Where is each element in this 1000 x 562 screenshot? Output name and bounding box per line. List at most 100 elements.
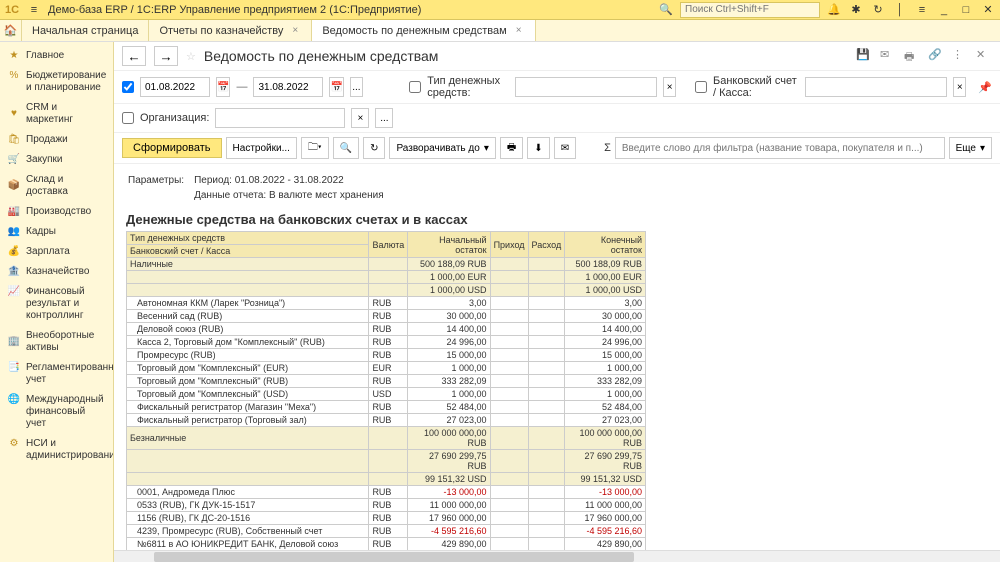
table-row[interactable]: Безналичные100 000 000,00 RUB100 000 000… bbox=[127, 427, 646, 450]
generate-button[interactable]: Сформировать bbox=[122, 138, 222, 158]
type-checkbox[interactable] bbox=[409, 81, 421, 93]
tab-close-icon[interactable]: × bbox=[513, 25, 525, 37]
date-from-picker-button[interactable]: 📅 bbox=[216, 77, 230, 97]
global-search-input[interactable] bbox=[680, 2, 820, 18]
report-table-1: Тип денежных средств Валюта Начальный ос… bbox=[126, 231, 646, 550]
table-row[interactable]: Торговый дом "Комплексный" (RUB)RUB333 2… bbox=[127, 375, 646, 388]
save-button[interactable]: ⬇ bbox=[527, 137, 549, 159]
sidebar-item-purchases[interactable]: 🛒Закупки bbox=[0, 150, 113, 170]
table-row[interactable]: Промресурс (RUB)RUB15 000,0015 000,00 bbox=[127, 349, 646, 362]
table-row[interactable]: 1156 (RUB), ГК ДС-20-1516RUB17 960 000,0… bbox=[127, 512, 646, 525]
horizontal-scrollbar[interactable] bbox=[114, 550, 1000, 562]
table-row[interactable]: Деловой союз (RUB)RUB14 400,0014 400,00 bbox=[127, 323, 646, 336]
date-to-input[interactable] bbox=[253, 77, 323, 97]
org-checkbox[interactable] bbox=[122, 112, 134, 124]
sidebar-item-budget[interactable]: %Бюджетирование и планирование bbox=[0, 66, 113, 98]
search-icon[interactable]: 🔍 bbox=[658, 2, 674, 18]
table-row[interactable]: 1 000,00 EUR1 000,00 EUR bbox=[127, 271, 646, 284]
type-input[interactable] bbox=[515, 77, 657, 97]
table-row[interactable]: Весенний сад (RUB)RUB30 000,0030 000,00 bbox=[127, 310, 646, 323]
sidebar-item-treasury[interactable]: 🏦Казначейство bbox=[0, 262, 113, 282]
money-icon: 💰 bbox=[8, 246, 20, 258]
table-row[interactable]: Автономная ККМ (Ларек "Розница")RUB3,003… bbox=[127, 297, 646, 310]
sidebar-item-assets[interactable]: 🏢Внеоборотные активы bbox=[0, 326, 113, 358]
table-row[interactable]: Касса 2, Торговый дом "Комплексный" (RUB… bbox=[127, 336, 646, 349]
favorite-icon[interactable]: ☆ bbox=[186, 50, 196, 63]
cell bbox=[127, 271, 369, 284]
sidebar-item-intl[interactable]: 🌐Международный финансовый учет bbox=[0, 390, 113, 434]
table-row[interactable]: 0001, Андромеда ПлюсRUB-13 000,00-13 000… bbox=[127, 486, 646, 499]
cell: Касса 2, Торговый дом "Комплексный" (RUB… bbox=[127, 336, 369, 349]
forward-button[interactable]: → bbox=[154, 46, 178, 66]
sidebar-item-warehouse[interactable]: 📦Склад и доставка bbox=[0, 170, 113, 202]
find-button[interactable]: 🔍 bbox=[333, 137, 359, 159]
more-button[interactable]: Еще ▾ bbox=[949, 137, 992, 159]
close-page-icon[interactable]: ✕ bbox=[976, 48, 992, 64]
table-row[interactable]: №6811 в АО ЮНИКРЕДИТ БАНК, Деловой союзR… bbox=[127, 538, 646, 551]
bell-icon[interactable]: 🔔 bbox=[826, 2, 842, 18]
sidebar-item-production[interactable]: 🏭Производство bbox=[0, 202, 113, 222]
section-title-1: Денежные средства на банковских счетах и… bbox=[126, 212, 988, 227]
tab-close-icon[interactable]: × bbox=[289, 25, 301, 37]
sidebar-item-hr[interactable]: 👥Кадры bbox=[0, 222, 113, 242]
sidebar-item-sales[interactable]: 🛍Продажи bbox=[0, 130, 113, 150]
tab-statement[interactable]: Ведомость по денежным средствам× bbox=[312, 20, 535, 41]
pin-icon[interactable]: 📌 bbox=[978, 81, 992, 94]
table-row[interactable]: 27 690 299,75 RUB27 690 299,75 RUB bbox=[127, 450, 646, 473]
tab-home[interactable]: Начальная страница bbox=[22, 20, 149, 41]
sidebar-item-regulated[interactable]: 📑Регламентированный учет bbox=[0, 358, 113, 390]
refresh-button[interactable]: ↻ bbox=[363, 137, 385, 159]
print-icon[interactable]: 🖶 bbox=[904, 48, 920, 64]
table-row[interactable]: 4239, Промресурс (RUB), Собственный счет… bbox=[127, 525, 646, 538]
star-icon[interactable]: ✱ bbox=[848, 2, 864, 18]
settings-button[interactable]: Настройки... bbox=[226, 137, 297, 159]
link-icon[interactable]: 🔗 bbox=[928, 48, 944, 64]
table-row[interactable]: 99 151,32 USD99 151,32 USD bbox=[127, 473, 646, 486]
account-input[interactable] bbox=[805, 77, 947, 97]
cell: Деловой союз (RUB) bbox=[127, 323, 369, 336]
sidebar-item-main[interactable]: ★Главное bbox=[0, 46, 113, 66]
expand-button[interactable]: Разворачивать до ▾ bbox=[389, 137, 495, 159]
org-more-button[interactable]: ... bbox=[375, 108, 393, 128]
date-range-button[interactable]: ... bbox=[350, 77, 363, 97]
back-button[interactable]: ← bbox=[122, 46, 146, 66]
filter-input[interactable] bbox=[615, 137, 945, 159]
sidebar-item-salary[interactable]: 💰Зарплата bbox=[0, 242, 113, 262]
table-row[interactable]: Торговый дом "Комплексный" (EUR)EUR1 000… bbox=[127, 362, 646, 375]
account-checkbox[interactable] bbox=[695, 81, 707, 93]
history-icon[interactable]: ↻ bbox=[870, 2, 886, 18]
variant-button[interactable]: 🗀▾ bbox=[301, 137, 329, 159]
maximize-icon[interactable]: □ bbox=[958, 2, 974, 18]
tab-reports[interactable]: Отчеты по казначейству× bbox=[149, 20, 312, 41]
sidebar-item-finance[interactable]: 📈Финансовый результат и контроллинг bbox=[0, 282, 113, 326]
date-from-input[interactable] bbox=[140, 77, 210, 97]
table-row[interactable]: 0533 (RUB), ГК ДУК-15-1517RUB11 000 000,… bbox=[127, 499, 646, 512]
sidebar-item-label: Международный финансовый учет bbox=[26, 394, 105, 430]
sidebar-item-admin[interactable]: ⚙НСИ и администрирование bbox=[0, 434, 113, 466]
home-icon[interactable]: 🏠 bbox=[0, 20, 22, 41]
table-row[interactable]: 1 000,00 USD1 000,00 USD bbox=[127, 284, 646, 297]
close-window-icon[interactable]: ✕ bbox=[980, 2, 996, 18]
org-clear-button[interactable]: × bbox=[351, 108, 369, 128]
type-clear-button[interactable]: × bbox=[663, 77, 676, 97]
date-checkbox[interactable] bbox=[122, 81, 134, 93]
org-input[interactable] bbox=[215, 108, 345, 128]
cell bbox=[369, 427, 408, 450]
save-icon[interactable]: 💾 bbox=[856, 48, 872, 64]
user-icon[interactable]: ≡ bbox=[914, 2, 930, 18]
table-row[interactable]: Торговый дом "Комплексный" (USD)USD1 000… bbox=[127, 388, 646, 401]
send-button[interactable]: ✉ bbox=[554, 137, 576, 159]
more-icon[interactable]: ⋮ bbox=[952, 48, 968, 64]
sidebar-item-crm[interactable]: ♥CRM и маркетинг bbox=[0, 98, 113, 130]
scrollbar-thumb[interactable] bbox=[154, 552, 634, 562]
cell bbox=[490, 473, 528, 486]
account-clear-button[interactable]: × bbox=[953, 77, 966, 97]
date-to-picker-button[interactable]: 📅 bbox=[329, 77, 343, 97]
print-button[interactable]: 🖶 bbox=[500, 137, 523, 159]
menu-icon[interactable]: ≡ bbox=[26, 2, 42, 18]
mail-icon[interactable]: ✉ bbox=[880, 48, 896, 64]
minimize-icon[interactable]: _ bbox=[936, 2, 952, 18]
table-row[interactable]: Наличные500 188,09 RUB500 188,09 RUB bbox=[127, 258, 646, 271]
table-row[interactable]: Фискальный регистратор (Магазин "Меха")R… bbox=[127, 401, 646, 414]
table-row[interactable]: Фискальный регистратор (Торговый зал)RUB… bbox=[127, 414, 646, 427]
